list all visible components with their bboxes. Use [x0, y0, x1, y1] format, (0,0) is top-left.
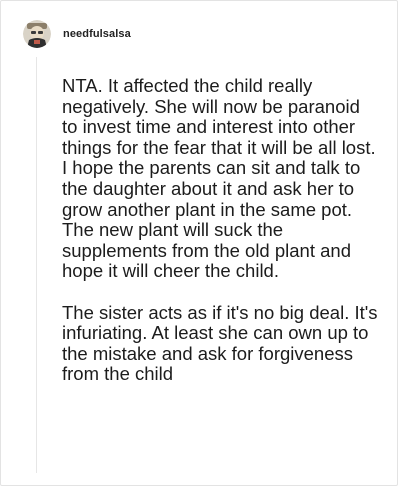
comment-paragraph: The sister acts as if it's no big deal. … [62, 301, 378, 385]
username[interactable]: needfulsalsa [63, 28, 131, 40]
comment-paragraph: NTA. It affected the child really negati… [62, 75, 376, 282]
comment-card: needfulsalsa NTA. It affected the child … [0, 0, 398, 486]
avatar-icon[interactable] [23, 20, 51, 48]
comment-header: needfulsalsa [23, 17, 131, 51]
comment-body: NTA. It affected the child really negati… [62, 75, 380, 385]
thread-line [36, 57, 37, 473]
